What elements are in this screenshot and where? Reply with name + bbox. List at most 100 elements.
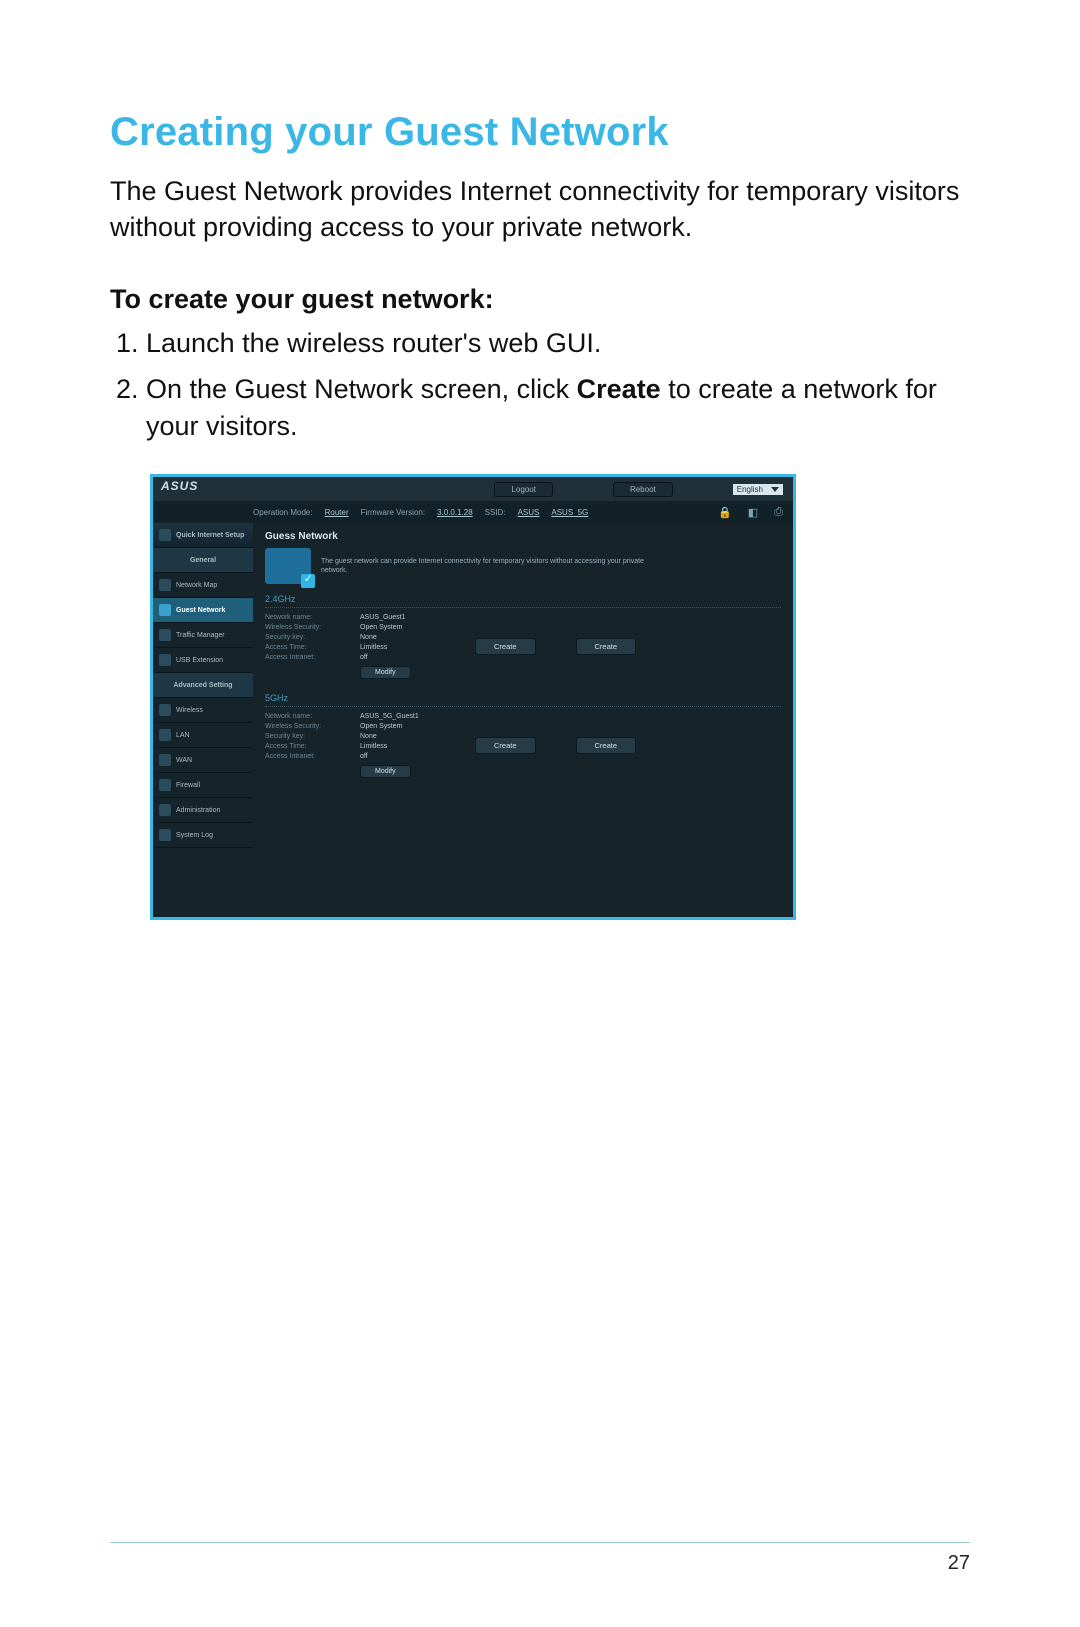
value-24-name: ASUS_Guest1 xyxy=(360,614,406,621)
band-24-label: 2.4GHz xyxy=(265,594,781,604)
logout-button[interactable]: Logout xyxy=(494,482,552,497)
gui-topbar: ASUS Logout Reboot English xyxy=(153,477,793,501)
value-24-time: Limitless xyxy=(360,644,387,651)
page-number: 27 xyxy=(948,1552,970,1575)
sidebar-item-label: Guest Network xyxy=(176,607,225,614)
label-network-name: Network name: xyxy=(265,614,360,621)
label-wireless-security: Wireless Security: xyxy=(265,723,360,730)
gui-main-panel: Guess Network ✓ The guest network can pr… xyxy=(253,523,793,917)
sidebar-item-label: Quick Internet Setup xyxy=(176,532,244,539)
sidebar-item-label: Network Map xyxy=(176,582,217,589)
sidebar-item-firewall[interactable]: Firewall xyxy=(153,773,253,798)
sidebar-item-label: USB Extension xyxy=(176,657,223,664)
brand-logo: ASUS xyxy=(161,479,198,493)
wrench-icon xyxy=(159,779,171,791)
op-mode-value: Router xyxy=(325,508,349,517)
create-button-5-slot3[interactable]: Create xyxy=(576,737,637,754)
sidebar-item-administration[interactable]: Administration xyxy=(153,798,253,823)
usb-icon: ⎙ xyxy=(774,506,783,519)
language-select[interactable]: English xyxy=(733,484,783,495)
op-mode-label: Operation Mode: xyxy=(253,508,313,517)
value-24-intranet: off xyxy=(360,654,368,661)
sidebar-item-network-map[interactable]: Network Map xyxy=(153,573,253,598)
divider xyxy=(265,607,781,608)
value-24-security: Open System xyxy=(360,624,402,631)
panel-title: Guess Network xyxy=(265,531,781,542)
lock-icon: 🔒 xyxy=(718,506,732,519)
label-security-key: Security key: xyxy=(265,634,360,641)
value-5-time: Limitless xyxy=(360,743,387,750)
label-access-time: Access Time: xyxy=(265,644,360,651)
ssid-value-2: ASUS_5G xyxy=(551,508,588,517)
value-5-security: Open System xyxy=(360,723,402,730)
sidebar-item-label: LAN xyxy=(176,732,190,739)
step-2: On the Guest Network screen, click Creat… xyxy=(146,371,970,447)
sidebar-item-system-log[interactable]: System Log xyxy=(153,823,253,848)
fw-value: 3.0.0.1.28 xyxy=(437,508,473,517)
footer-rule xyxy=(110,1542,970,1543)
sidebar-item-label: System Log xyxy=(176,832,213,839)
sidebar-item-label: Firewall xyxy=(176,782,200,789)
wrench-icon xyxy=(159,704,171,716)
language-label: English xyxy=(737,485,763,494)
value-24-key: None xyxy=(360,634,377,641)
lightbulb-icon xyxy=(159,529,171,541)
ssid-label: SSID: xyxy=(485,508,506,517)
router-gui-screenshot: ASUS Logout Reboot English Operation Mod… xyxy=(150,474,796,920)
ssid-value-1: ASUS xyxy=(518,508,540,517)
sidebar-item-label: WAN xyxy=(176,757,192,764)
create-button-24-slot2[interactable]: Create xyxy=(475,638,536,655)
sidebar-item-wan[interactable]: WAN xyxy=(153,748,253,773)
gui-info-strip: Operation Mode: Router Firmware Version:… xyxy=(153,501,793,523)
value-5-intranet: off xyxy=(360,753,368,760)
subheading: To create your guest network: xyxy=(110,284,970,315)
wrench-icon xyxy=(159,729,171,741)
label-access-time: Access Time: xyxy=(265,743,360,750)
wrench-icon xyxy=(159,804,171,816)
wrench-icon xyxy=(159,754,171,766)
create-button-24-slot3[interactable]: Create xyxy=(576,638,637,655)
steps-list: Launch the wireless router's web GUI. On… xyxy=(110,325,970,446)
check-icon: ✓ xyxy=(304,572,313,586)
sidebar-header-advanced: Advanced Setting xyxy=(153,673,253,698)
sidebar-item-label: Administration xyxy=(176,807,220,814)
traffic-icon xyxy=(159,629,171,641)
step-1: Launch the wireless router's web GUI. xyxy=(146,325,970,363)
label-network-name: Network name: xyxy=(265,713,360,720)
sidebar-item-traffic-manager[interactable]: Traffic Manager xyxy=(153,623,253,648)
value-5-key: None xyxy=(360,733,377,740)
label-wireless-security: Wireless Security: xyxy=(265,624,360,631)
sidebar-item-guest-network[interactable]: Guest Network xyxy=(153,598,253,623)
sidebar-header-general: General xyxy=(153,548,253,573)
divider xyxy=(265,706,781,707)
panel-description: The guest network can provide Internet c… xyxy=(321,557,651,575)
signal-icon: ◧ xyxy=(748,506,758,519)
usb-ext-icon xyxy=(159,654,171,666)
reboot-button[interactable]: Reboot xyxy=(613,482,673,497)
label-access-intranet: Access Intranet: xyxy=(265,654,360,661)
page-heading: Creating your Guest Network xyxy=(110,110,970,155)
wrench-icon xyxy=(159,829,171,841)
map-icon xyxy=(159,579,171,591)
sidebar-item-label: Wireless xyxy=(176,707,203,714)
label-security-key: Security key: xyxy=(265,733,360,740)
create-button-5-slot2[interactable]: Create xyxy=(475,737,536,754)
sidebar-item-usb-extension[interactable]: USB Extension xyxy=(153,648,253,673)
step-2-bold: Create xyxy=(577,374,661,404)
chevron-down-icon xyxy=(771,487,779,492)
modify-button-5[interactable]: Modify xyxy=(360,765,411,778)
sidebar-item-qis[interactable]: Quick Internet Setup xyxy=(153,523,253,548)
users-icon: ✓ xyxy=(265,548,311,584)
modify-button-24[interactable]: Modify xyxy=(360,666,411,679)
sidebar-item-wireless[interactable]: Wireless xyxy=(153,698,253,723)
step-2-a: On the Guest Network screen, click xyxy=(146,374,577,404)
fw-label: Firmware Version: xyxy=(361,508,425,517)
guest-icon xyxy=(159,604,171,616)
intro-paragraph: The Guest Network provides Internet conn… xyxy=(110,173,970,246)
value-5-name: ASUS_5G_Guest1 xyxy=(360,713,419,720)
label-access-intranet: Access Intranet: xyxy=(265,753,360,760)
band-5-label: 5GHz xyxy=(265,693,781,703)
sidebar-item-lan[interactable]: LAN xyxy=(153,723,253,748)
gui-sidebar: Quick Internet Setup General Network Map… xyxy=(153,523,253,917)
sidebar-item-label: Traffic Manager xyxy=(176,632,225,639)
